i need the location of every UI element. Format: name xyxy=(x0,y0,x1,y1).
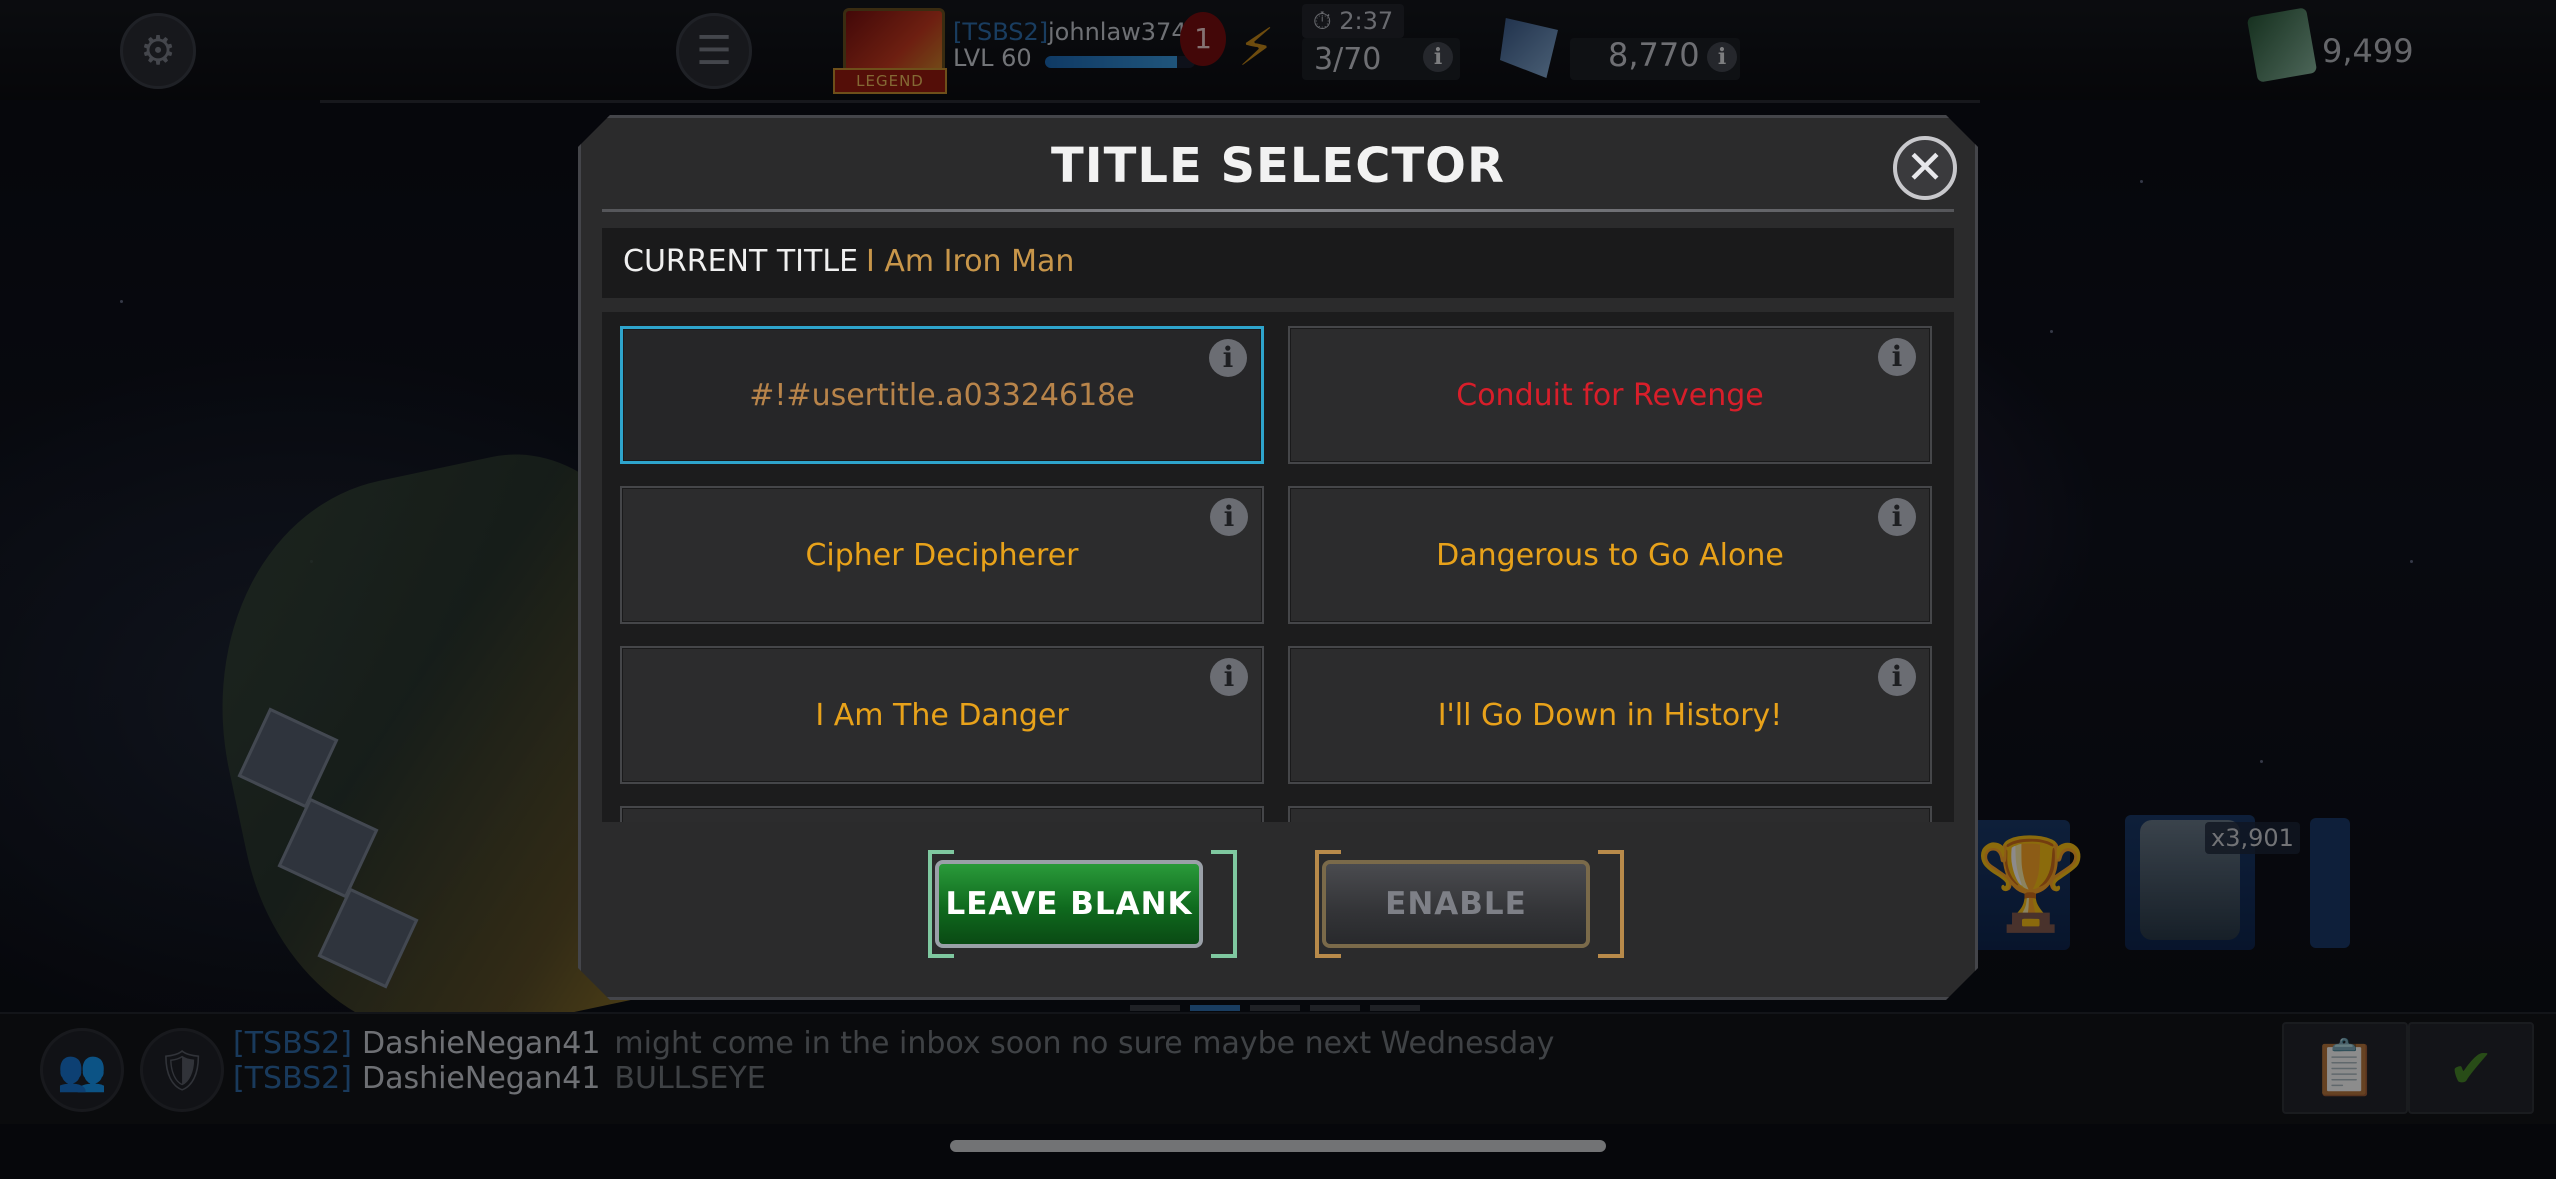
title-info-icon[interactable]: i xyxy=(1210,658,1248,696)
title-info-icon[interactable]: i xyxy=(1209,339,1247,377)
title-card-label: Conduit for Revenge xyxy=(1456,377,1764,413)
title-card-label: Dangerous to Go Alone xyxy=(1436,537,1784,573)
enable-button[interactable]: ENABLE xyxy=(1322,860,1590,948)
title-info-icon[interactable]: i xyxy=(1878,498,1916,536)
enable-button-cap-right xyxy=(1598,850,1624,958)
title-card-label: Cipher Decipherer xyxy=(805,537,1079,573)
current-title-value: I Am Iron Man xyxy=(866,244,1075,279)
title-card-label: I'll Go Down in History! xyxy=(1437,697,1783,733)
title-card[interactable]: I Am The Danger i xyxy=(620,646,1264,784)
title-card[interactable]: I'll Go Down in History! i xyxy=(1288,646,1932,784)
title-info-icon[interactable]: i xyxy=(1210,498,1248,536)
close-icon[interactable]: ✕ xyxy=(1893,136,1957,200)
title-card[interactable]: Conduit for Revenge i xyxy=(1288,326,1932,464)
title-card-label: I Am The Danger xyxy=(815,697,1069,733)
title-divider xyxy=(602,209,1954,212)
modal-title: TITLE SELECTOR xyxy=(1051,138,1505,194)
title-card[interactable]: #!#usertitle.a03324618e i xyxy=(620,326,1264,464)
leave-blank-button[interactable]: LEAVE BLANK xyxy=(935,860,1203,948)
current-title-label: CURRENT TITLE xyxy=(623,244,859,279)
title-card[interactable] xyxy=(620,806,1264,822)
title-info-icon[interactable]: i xyxy=(1878,658,1916,696)
title-card[interactable]: Cipher Decipherer i xyxy=(620,486,1264,624)
title-card[interactable] xyxy=(1288,806,1932,822)
leave-blank-button-cap-right xyxy=(1211,850,1237,958)
title-card-label: #!#usertitle.a03324618e xyxy=(749,377,1135,413)
title-info-icon[interactable]: i xyxy=(1878,338,1916,376)
title-card[interactable]: Dangerous to Go Alone i xyxy=(1288,486,1932,624)
title-list[interactable]: #!#usertitle.a03324618e i Conduit for Re… xyxy=(602,312,1954,822)
